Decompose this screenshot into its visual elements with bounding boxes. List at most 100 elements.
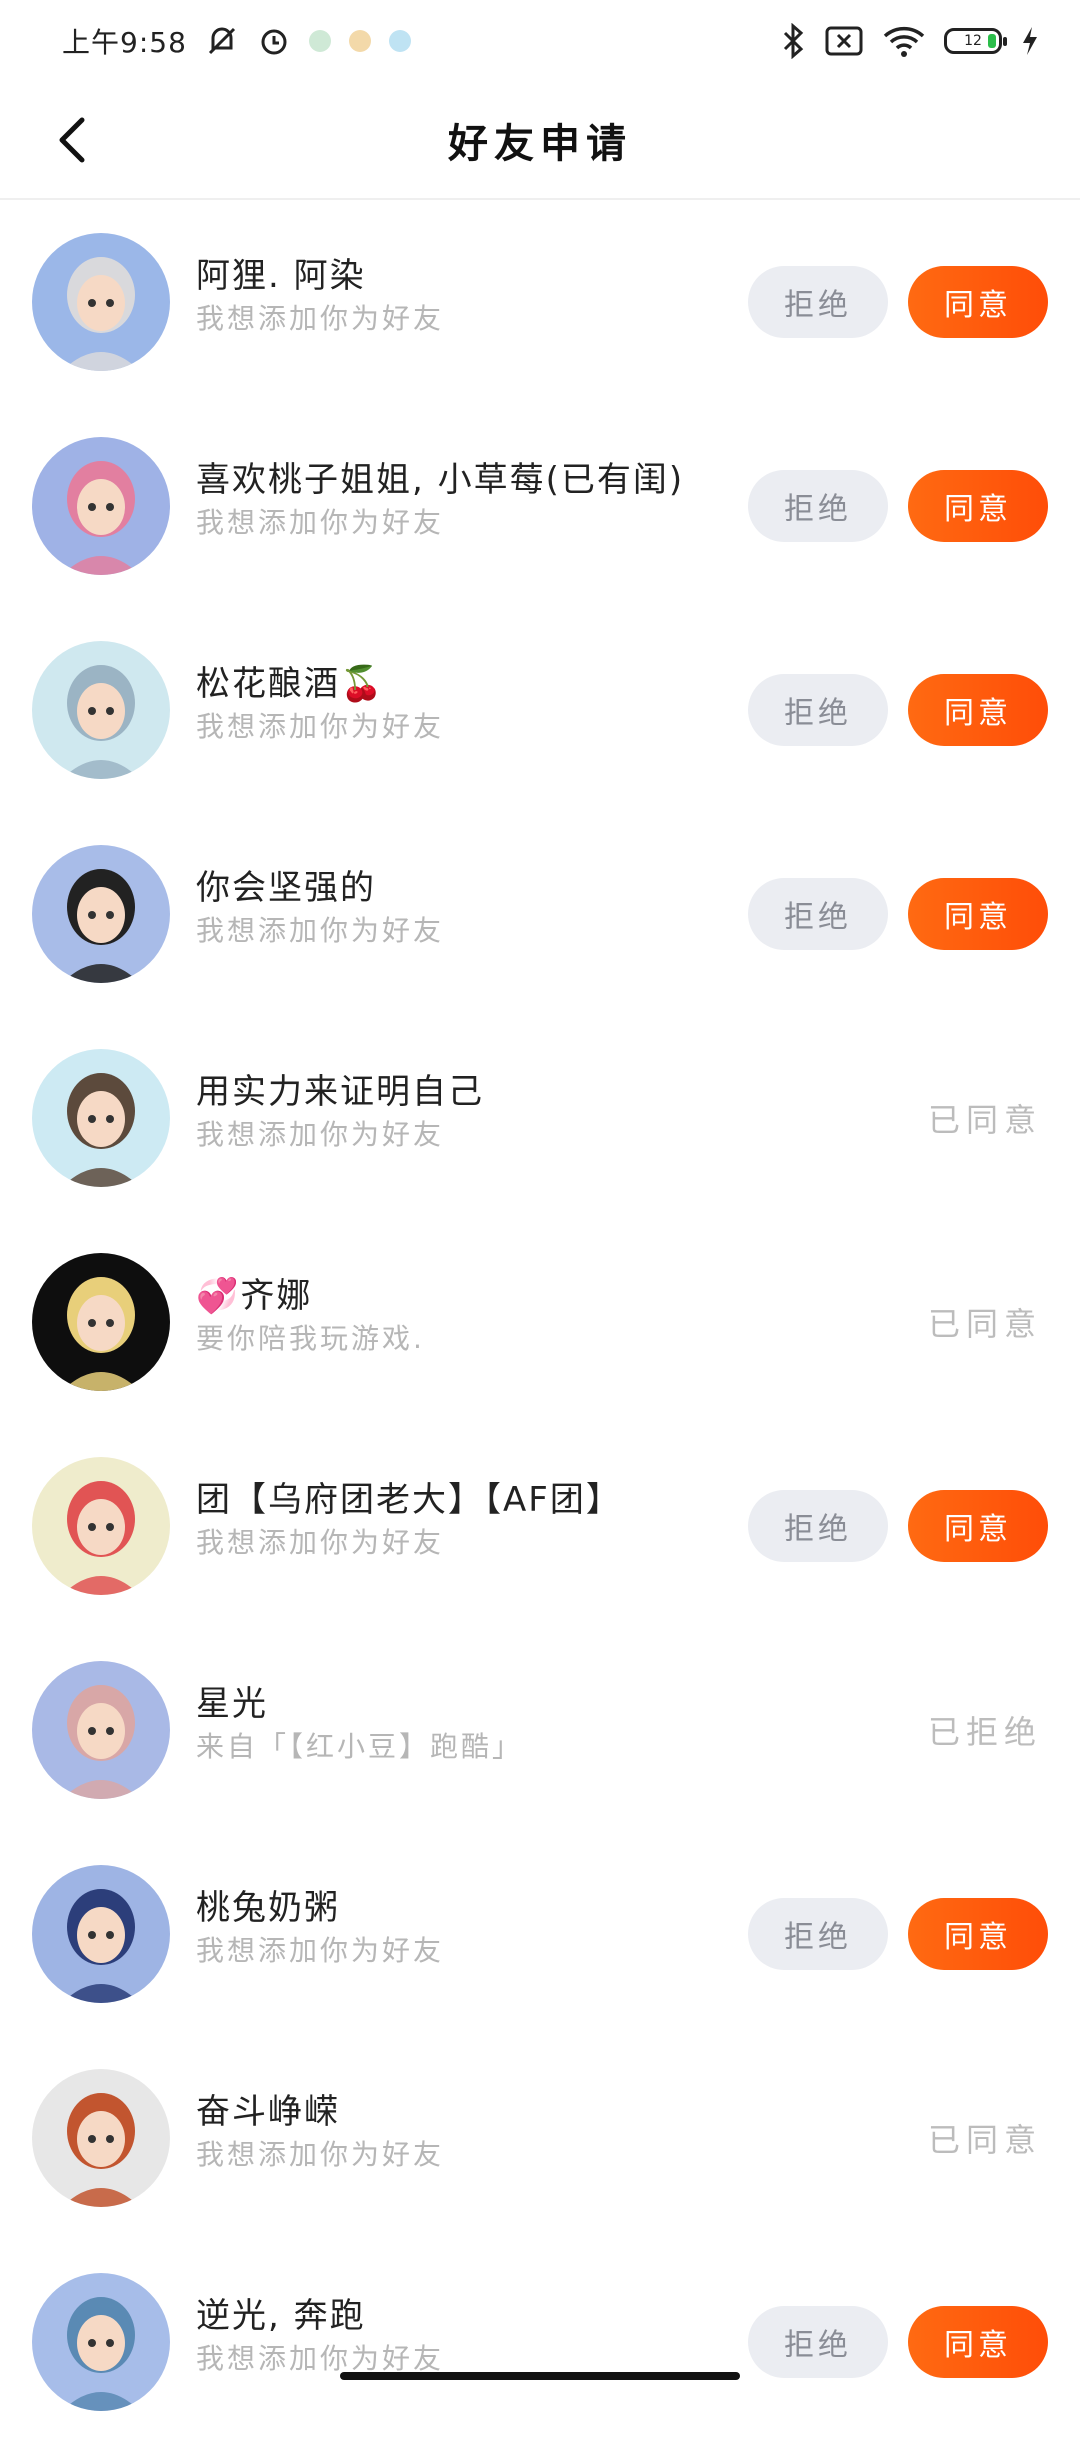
request-text: 团【乌府团老大】【AF团】我想添加你为好友	[196, 1478, 736, 1564]
friend-request-row[interactable]: 用实力来证明自己 我想添加你为好友 已同意	[0, 1016, 1080, 1220]
charging-icon	[1020, 25, 1040, 57]
friend-request-row[interactable]: 团【乌府团老大】【AF团】 我想添加你为好友 拒绝 同意	[0, 1424, 1080, 1628]
friend-request-row[interactable]: 💞齐娜要你陪我玩游戏. 已同意	[0, 1220, 1080, 1424]
request-message: 我想添加你为好友	[196, 1526, 445, 1559]
reject-button[interactable]: 拒绝	[748, 674, 888, 746]
request-message: 要你陪我玩游戏.	[196, 1322, 425, 1355]
reject-button[interactable]: 拒绝	[748, 266, 888, 338]
wifi-icon	[882, 24, 926, 58]
back-button[interactable]	[40, 108, 104, 172]
avatar[interactable]	[32, 641, 170, 779]
avatar-image	[32, 437, 170, 575]
request-text: 逆光, 奔跑 我想添加你为好友	[196, 2294, 736, 2380]
avatar-image	[32, 2273, 170, 2411]
friend-request-row[interactable]: 你会坚强的 我想添加你为好友 拒绝 同意	[0, 812, 1080, 1016]
home-indicator[interactable]	[340, 2372, 740, 2380]
app-notification-icon	[308, 30, 331, 52]
requester-name: 桃兔奶粥	[196, 1888, 340, 1928]
friend-request-row[interactable]: 阿狸. 阿染 我想添加你为好友 拒绝 同意	[0, 200, 1080, 404]
request-status-label: 已同意	[927, 1101, 1042, 1139]
friend-request-row[interactable]: 松花酿酒🍒 我想添加你为好友 拒绝 同意	[0, 608, 1080, 812]
request-text: 星光 来自「【红小豆】跑酷」	[196, 1682, 736, 1768]
accept-button[interactable]: 同意	[908, 1490, 1048, 1562]
avatar-image	[32, 2069, 170, 2207]
accept-button[interactable]: 同意	[908, 674, 1048, 746]
avatar[interactable]	[32, 233, 170, 371]
request-text: 💞齐娜要你陪我玩游戏.	[196, 1274, 736, 1360]
request-message: 我想添加你为好友	[196, 2138, 445, 2171]
request-status-label: 已同意	[927, 1305, 1042, 1343]
reject-button[interactable]: 拒绝	[748, 878, 888, 950]
avatar[interactable]	[32, 1661, 170, 1799]
status-bar-left: 上午9:58	[62, 21, 411, 61]
requester-name: 喜欢桃子姐姐, 小草莓(已有闺)	[196, 460, 685, 500]
avatar-image	[32, 1865, 170, 2003]
chevron-left-icon	[59, 117, 85, 163]
request-text: 喜欢桃子姐姐, 小草莓(已有闺) 我想添加你为好友	[196, 458, 736, 544]
avatar-image	[32, 1661, 170, 1799]
request-message: 我想添加你为好友	[196, 1934, 445, 1967]
accept-button[interactable]: 同意	[908, 266, 1048, 338]
avatar[interactable]	[32, 2069, 170, 2207]
mute-icon	[205, 24, 239, 58]
avatar-image	[32, 641, 170, 779]
accept-button[interactable]: 同意	[908, 2306, 1048, 2378]
reject-button[interactable]: 拒绝	[748, 1898, 888, 1970]
requester-name: 星光	[196, 1684, 268, 1724]
requester-name: 你会坚强的	[196, 868, 376, 908]
status-time: 上午9:58	[62, 26, 187, 59]
bluetooth-icon	[780, 23, 806, 59]
requester-name: 团【乌府团老大】【AF团】	[196, 1480, 622, 1520]
reject-button[interactable]: 拒绝	[748, 470, 888, 542]
requester-name: 逆光, 奔跑	[196, 2296, 366, 2336]
friend-request-row[interactable]: 喜欢桃子姐姐, 小草莓(已有闺) 我想添加你为好友 拒绝 同意	[0, 404, 1080, 608]
app-header: 好友申请	[0, 82, 1080, 200]
request-status-label: 已同意	[927, 2121, 1042, 2159]
avatar-image	[32, 1049, 170, 1187]
status-bar-right: 12	[780, 23, 1040, 59]
avatar[interactable]	[32, 1253, 170, 1391]
request-message: 我想添加你为好友	[196, 710, 445, 743]
battery-level: 12	[964, 33, 982, 49]
requester-name: 用实力来证明自己	[196, 1072, 484, 1112]
avatar[interactable]	[32, 437, 170, 575]
avatar[interactable]	[32, 1865, 170, 2003]
status-bar: 上午9:58 12	[0, 0, 1080, 82]
avatar-image	[32, 845, 170, 983]
request-text: 奋斗峥嵘我想添加你为好友	[196, 2090, 736, 2176]
request-message: 我想添加你为好友	[196, 506, 445, 539]
battery-fill	[988, 34, 996, 48]
friend-request-row[interactable]: 逆光, 奔跑 我想添加你为好友 拒绝 同意	[0, 2240, 1080, 2444]
request-text: 松花酿酒🍒 我想添加你为好友	[196, 662, 736, 748]
friend-request-list: 阿狸. 阿染 我想添加你为好友 拒绝 同意 喜欢桃子姐姐, 小草莓(已有闺) 我想添加你…	[0, 200, 1080, 2444]
avatar-image	[32, 233, 170, 371]
reject-button[interactable]: 拒绝	[748, 2306, 888, 2378]
accept-button[interactable]: 同意	[908, 470, 1048, 542]
request-message: 我想添加你为好友	[196, 914, 445, 947]
accept-button[interactable]: 同意	[908, 878, 1048, 950]
requester-name: 奋斗峥嵘	[196, 2092, 340, 2132]
avatar[interactable]	[32, 1049, 170, 1187]
request-status-label: 已拒绝	[927, 1713, 1042, 1751]
request-text: 阿狸. 阿染我想添加你为好友	[196, 254, 736, 340]
avatar[interactable]	[32, 2273, 170, 2411]
request-text: 用实力来证明自己 我想添加你为好友	[196, 1070, 736, 1156]
request-text: 你会坚强的我想添加你为好友	[196, 866, 736, 952]
avatar[interactable]	[32, 845, 170, 983]
page-title: 好友申请	[448, 121, 632, 167]
avatar-image	[32, 1457, 170, 1595]
friend-request-row[interactable]: 桃兔奶粥 我想添加你为好友 拒绝 同意	[0, 1832, 1080, 2036]
friend-request-row[interactable]: 奋斗峥嵘我想添加你为好友 已同意	[0, 2036, 1080, 2240]
no-sim-icon	[824, 25, 864, 57]
accept-button[interactable]: 同意	[908, 1898, 1048, 1970]
requester-name: 阿狸. 阿染	[196, 256, 366, 296]
reject-button[interactable]: 拒绝	[748, 1490, 888, 1562]
requester-name: 松花酿酒🍒	[196, 664, 385, 704]
avatar[interactable]	[32, 1457, 170, 1595]
request-text: 桃兔奶粥我想添加你为好友	[196, 1886, 736, 1972]
requester-name: 💞齐娜	[196, 1276, 313, 1316]
friend-request-row[interactable]: 星光 来自「【红小豆】跑酷」 已拒绝	[0, 1628, 1080, 1832]
request-message: 我想添加你为好友	[196, 302, 445, 335]
alarm-icon	[257, 24, 291, 58]
app-notification-icon	[348, 30, 371, 52]
